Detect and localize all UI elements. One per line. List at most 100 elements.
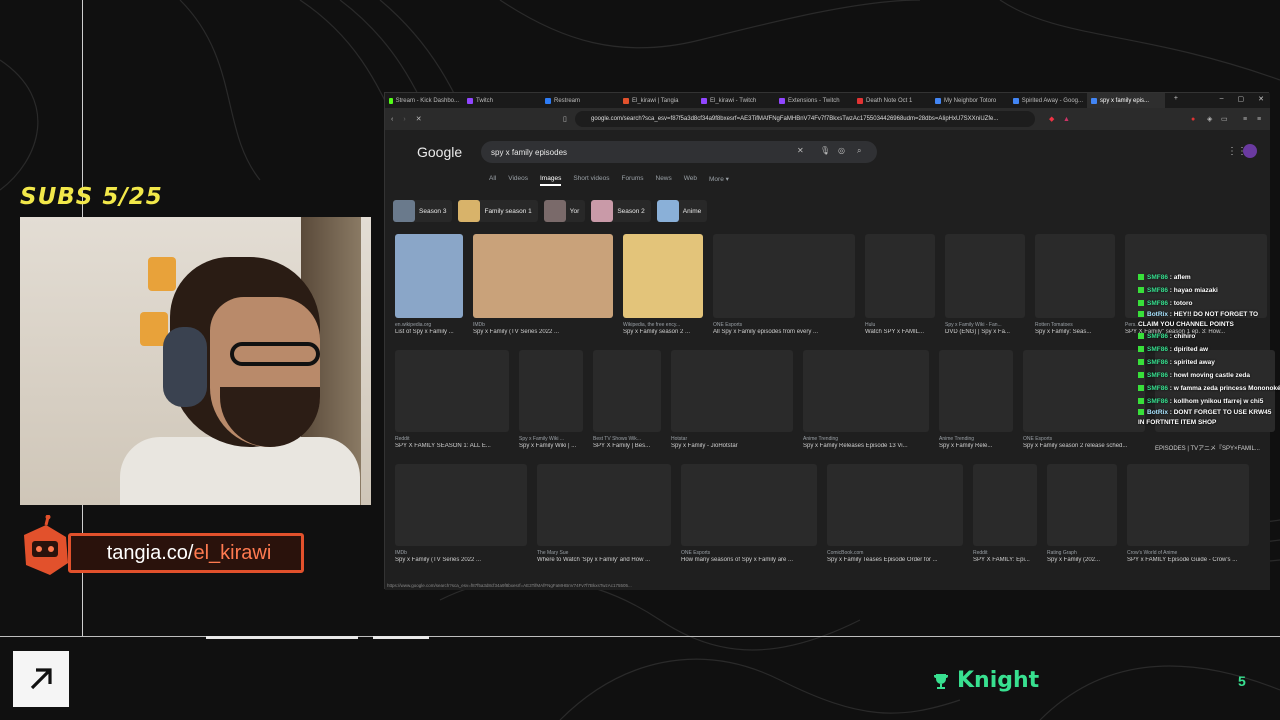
refinement-chip[interactable]: Season 3 — [393, 200, 453, 222]
stop-loading-icon[interactable]: ✕ — [416, 115, 422, 123]
refinement-chip[interactable]: Season 2 — [591, 200, 651, 222]
result-title[interactable]: Spy x Family Rele... — [939, 443, 1013, 449]
chat-username: SMF86 — [1147, 287, 1168, 294]
browser-tab[interactable]: Twitch — [463, 93, 541, 108]
sidebar-icon[interactable]: ▭ — [1221, 115, 1228, 123]
refinement-chip[interactable]: Family season 1 — [458, 200, 538, 222]
result-image[interactable] — [1035, 234, 1115, 318]
chat-message: SMF86 : kollhom ynikou tfarrej w chi5 — [1138, 395, 1274, 408]
filter-tab[interactable]: All — [489, 175, 496, 186]
result-title[interactable]: Spy x Family (TV Series 2022 ... — [395, 557, 527, 563]
result-title[interactable]: Spy x Family (202... — [1047, 557, 1117, 563]
result-image[interactable] — [973, 464, 1037, 546]
result-image[interactable] — [395, 234, 463, 318]
result-image[interactable] — [1047, 464, 1117, 546]
refinement-chip[interactable]: Anime — [656, 200, 708, 222]
bookmark-icon[interactable]: ▯ — [563, 115, 567, 123]
tab-favicon-icon — [545, 97, 551, 104]
result-title[interactable]: DVD (ENG) | Spy x Fa... — [945, 329, 1025, 335]
extension-icon[interactable]: ● — [1191, 116, 1195, 123]
back-icon[interactable]: ‹ — [391, 116, 393, 123]
result-image[interactable] — [865, 234, 935, 318]
search-input[interactable]: spy x family episodes ✕ 🎙 ◎ ⌕ — [481, 141, 877, 163]
forward-icon[interactable]: › — [403, 116, 405, 123]
result-title[interactable]: All Spy x Family episodes from every ... — [713, 329, 855, 335]
result-title[interactable]: Spy x Family Teases Episode Order for ..… — [827, 557, 963, 563]
result-title[interactable]: Where to Watch 'Spy x Family' and How ..… — [537, 557, 671, 563]
chat-username: SMF86 — [1147, 274, 1168, 281]
browser-tab[interactable]: Extensions - Twitch — [775, 93, 853, 108]
maximize-icon[interactable]: ▢ — [1238, 95, 1245, 103]
google-logo[interactable]: Google — [417, 144, 462, 160]
extensions-puzzle-icon[interactable]: ◈ — [1207, 115, 1212, 123]
browser-tab[interactable]: Restream — [541, 93, 619, 108]
result-image[interactable] — [395, 350, 509, 432]
result-image[interactable] — [593, 350, 661, 432]
result-title[interactable]: Spy x Family - JioHotstar — [671, 443, 793, 449]
search-icon[interactable]: ⌕ — [857, 146, 861, 156]
tab-favicon-icon — [701, 97, 707, 104]
clear-icon[interactable]: ✕ — [797, 146, 804, 155]
result-image[interactable] — [395, 464, 527, 546]
result-image[interactable] — [713, 234, 855, 318]
result-title[interactable]: EPISODES | TVアニメ『SPY×FAMIL... — [1155, 443, 1275, 452]
filter-tab[interactable]: Forums — [621, 175, 643, 186]
result-image[interactable] — [1023, 350, 1145, 432]
browser-tab[interactable]: My Neighbor Totoro — [931, 93, 1009, 108]
filter-tab[interactable]: More ▾ — [709, 175, 729, 186]
result-image[interactable] — [473, 234, 613, 318]
menu-icon[interactable]: ≡ — [1257, 116, 1261, 123]
result-title[interactable]: SPY X FAMILY SEASON 1: ALL E... — [395, 443, 509, 449]
browser-tab[interactable]: Death Note Oct 1 — [853, 93, 931, 108]
result-image[interactable] — [681, 464, 817, 546]
brave-shield-icon[interactable]: ◆ — [1049, 115, 1054, 123]
result-image[interactable] — [1127, 464, 1249, 546]
browser-tab[interactable]: Spirited Away - Goog... — [1009, 93, 1087, 108]
result-title[interactable]: Spy x Family season 2 release sched... — [1023, 443, 1145, 449]
result-title[interactable]: Spy x Family season 2 ... — [623, 329, 703, 335]
result-title[interactable]: Spy x Family (TV Series 2022 ... — [473, 329, 613, 335]
tangia-url-box[interactable]: tangia.co/el_kirawi — [68, 533, 304, 573]
result-image[interactable] — [671, 350, 793, 432]
result-title[interactable]: SPY X Family | Bes... — [593, 443, 661, 449]
result-image[interactable] — [939, 350, 1013, 432]
chat-overlay: SMF86 : aflem SMF86 : hayao miazaki SMF86 … — [1138, 271, 1280, 428]
chat-message: SMF86 : w famma zeda princess Mononoké — [1138, 382, 1280, 395]
tab-label: spy x family epis... — [1100, 97, 1150, 104]
rewards-icon[interactable]: ▲ — [1063, 116, 1070, 123]
kick-badge-icon — [1138, 359, 1144, 366]
result-image[interactable] — [623, 234, 703, 318]
filter-tab[interactable]: Videos — [508, 175, 528, 186]
minimize-icon[interactable]: – — [1220, 95, 1224, 103]
media-icon[interactable]: ≡ — [1243, 116, 1247, 123]
address-bar[interactable]: google.com/search?sca_esv=f87f5a3d8cf34a… — [575, 111, 1035, 127]
close-icon[interactable]: ✕ — [1258, 95, 1264, 103]
browser-tab[interactable]: El_kirawi - Twitch — [697, 93, 775, 108]
result-image[interactable] — [827, 464, 963, 546]
result-image[interactable] — [519, 350, 583, 432]
result-title[interactable]: Watch SPY x FAMIL... — [865, 329, 935, 335]
result-title[interactable]: Spy x Family Releases Episode 13 Vi... — [803, 443, 929, 449]
tangia-link-banner[interactable]: tangia.co/el_kirawi — [16, 515, 306, 581]
filter-tab[interactable]: Short videos — [573, 175, 609, 186]
result-image[interactable] — [803, 350, 929, 432]
browser-tab[interactable]: spy x family epis... — [1087, 93, 1165, 108]
result-title[interactable]: Spy x Family Wiki | ... — [519, 443, 583, 449]
filter-tab[interactable]: Web — [684, 175, 697, 186]
result-title[interactable]: How many seasons of Spy x Family are ... — [681, 557, 817, 563]
lens-icon[interactable]: ◎ — [838, 146, 845, 155]
result-image[interactable] — [537, 464, 671, 546]
avatar[interactable] — [1243, 144, 1257, 158]
result-title[interactable]: SPY x FAMILY Episode Guide - Crow's ... — [1127, 557, 1249, 563]
mic-icon[interactable]: 🎙 — [820, 146, 830, 155]
new-tab-icon[interactable]: + — [1174, 95, 1178, 102]
browser-tab[interactable]: Stream - Kick Dashbo... — [385, 93, 463, 108]
browser-tab[interactable]: El_kirawi | Tangia — [619, 93, 697, 108]
filter-tab[interactable]: Images — [540, 175, 562, 186]
refinement-chip[interactable]: Yor — [543, 200, 586, 222]
result-title[interactable]: Spy x Family: Seas... — [1035, 329, 1115, 335]
result-image[interactable] — [945, 234, 1025, 318]
filter-tab[interactable]: News — [656, 175, 672, 186]
result-title[interactable]: List of Spy x Family ... — [395, 329, 463, 335]
result-title[interactable]: SPY X FAMILY: Epi... — [973, 557, 1037, 563]
